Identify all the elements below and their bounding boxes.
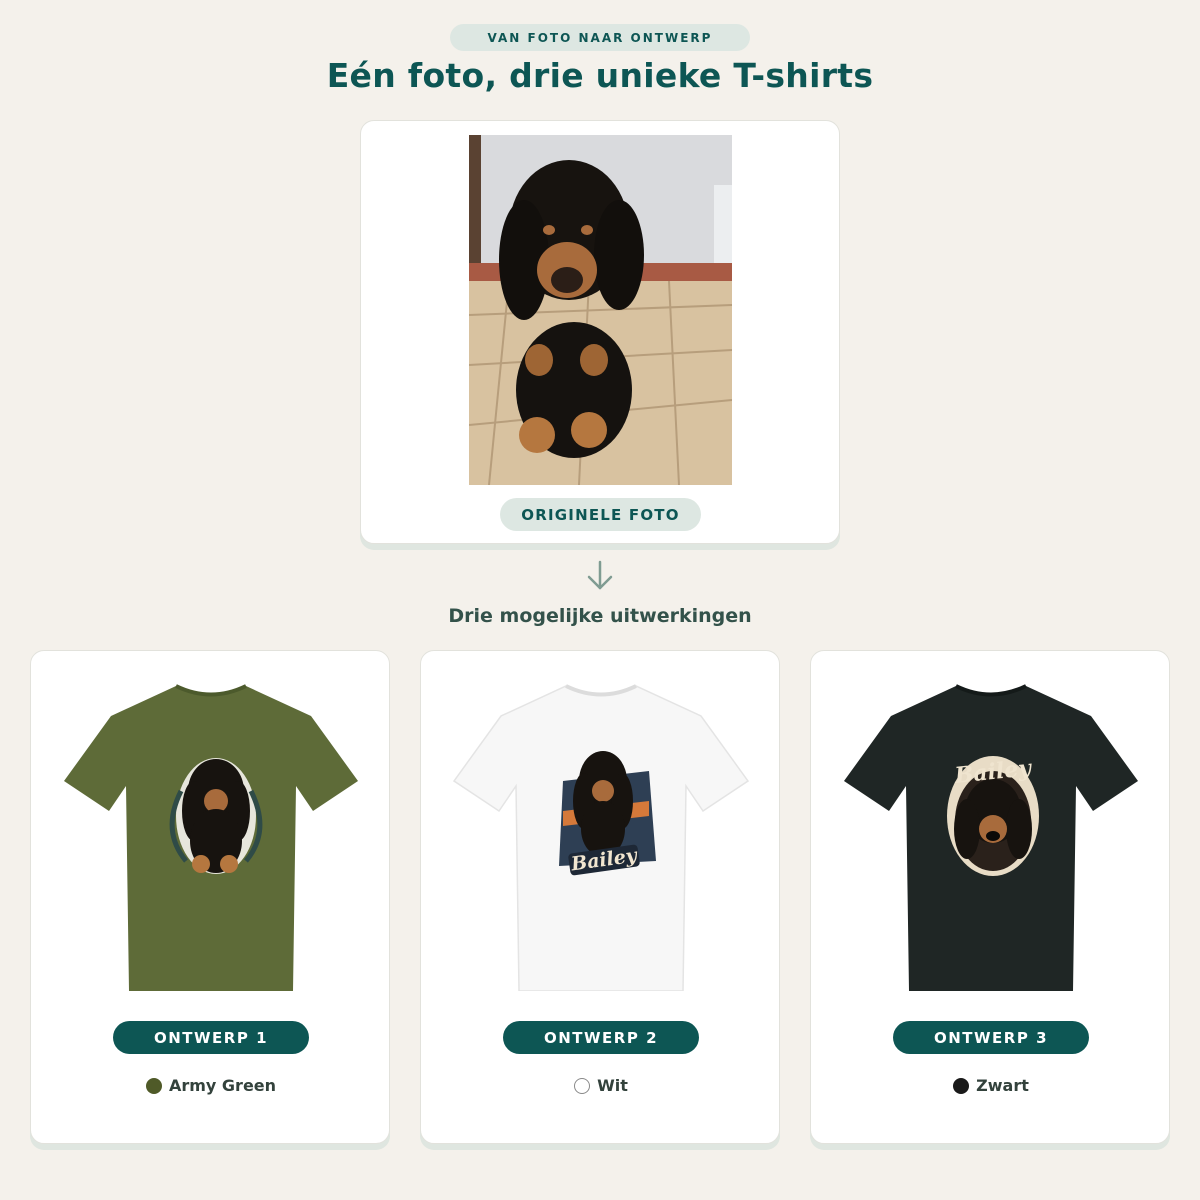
color-name: Army Green xyxy=(168,1076,277,1095)
dog-print: Bailey xyxy=(947,755,1039,876)
color-option-zwart: Zwart xyxy=(811,1076,1171,1095)
design-card-3: Bailey ONTWERP 3 Zwart xyxy=(810,650,1170,1144)
design-3-button[interactable]: ONTWERP 3 xyxy=(893,1021,1089,1054)
design-card-1: ONTWERP 1 Army Green xyxy=(30,650,390,1144)
color-swatch xyxy=(953,1077,970,1094)
page-title: Eén foto, drie unieke T-shirts xyxy=(326,56,874,95)
tshirt-wit: Bailey xyxy=(451,681,751,991)
tshirt-army-green xyxy=(61,681,361,991)
color-name: Zwart xyxy=(976,1076,1029,1095)
designs-subtitle: Drie mogelijke uitwerkingen xyxy=(448,605,752,627)
color-swatch xyxy=(145,1077,162,1094)
original-dog-photo xyxy=(469,135,732,485)
arrow-down-icon xyxy=(587,560,613,590)
design-1-button[interactable]: ONTWERP 1 xyxy=(113,1021,309,1054)
eyebrow-badge: VAN FOTO NAAR ONTWERP xyxy=(450,24,750,51)
color-option-army-green: Army Green xyxy=(31,1076,391,1095)
color-swatch xyxy=(574,1077,591,1094)
color-name: Wit xyxy=(597,1076,628,1095)
design-2-button[interactable]: ONTWERP 2 xyxy=(503,1021,699,1054)
original-photo-card: ORIGINELE FOTO xyxy=(360,120,840,544)
design-card-2: Bailey ONTWERP 2 Wit xyxy=(420,650,780,1144)
color-option-wit: Wit xyxy=(421,1076,781,1095)
tshirt-zwart: Bailey xyxy=(841,681,1141,991)
original-photo-label: ORIGINELE FOTO xyxy=(500,498,701,531)
